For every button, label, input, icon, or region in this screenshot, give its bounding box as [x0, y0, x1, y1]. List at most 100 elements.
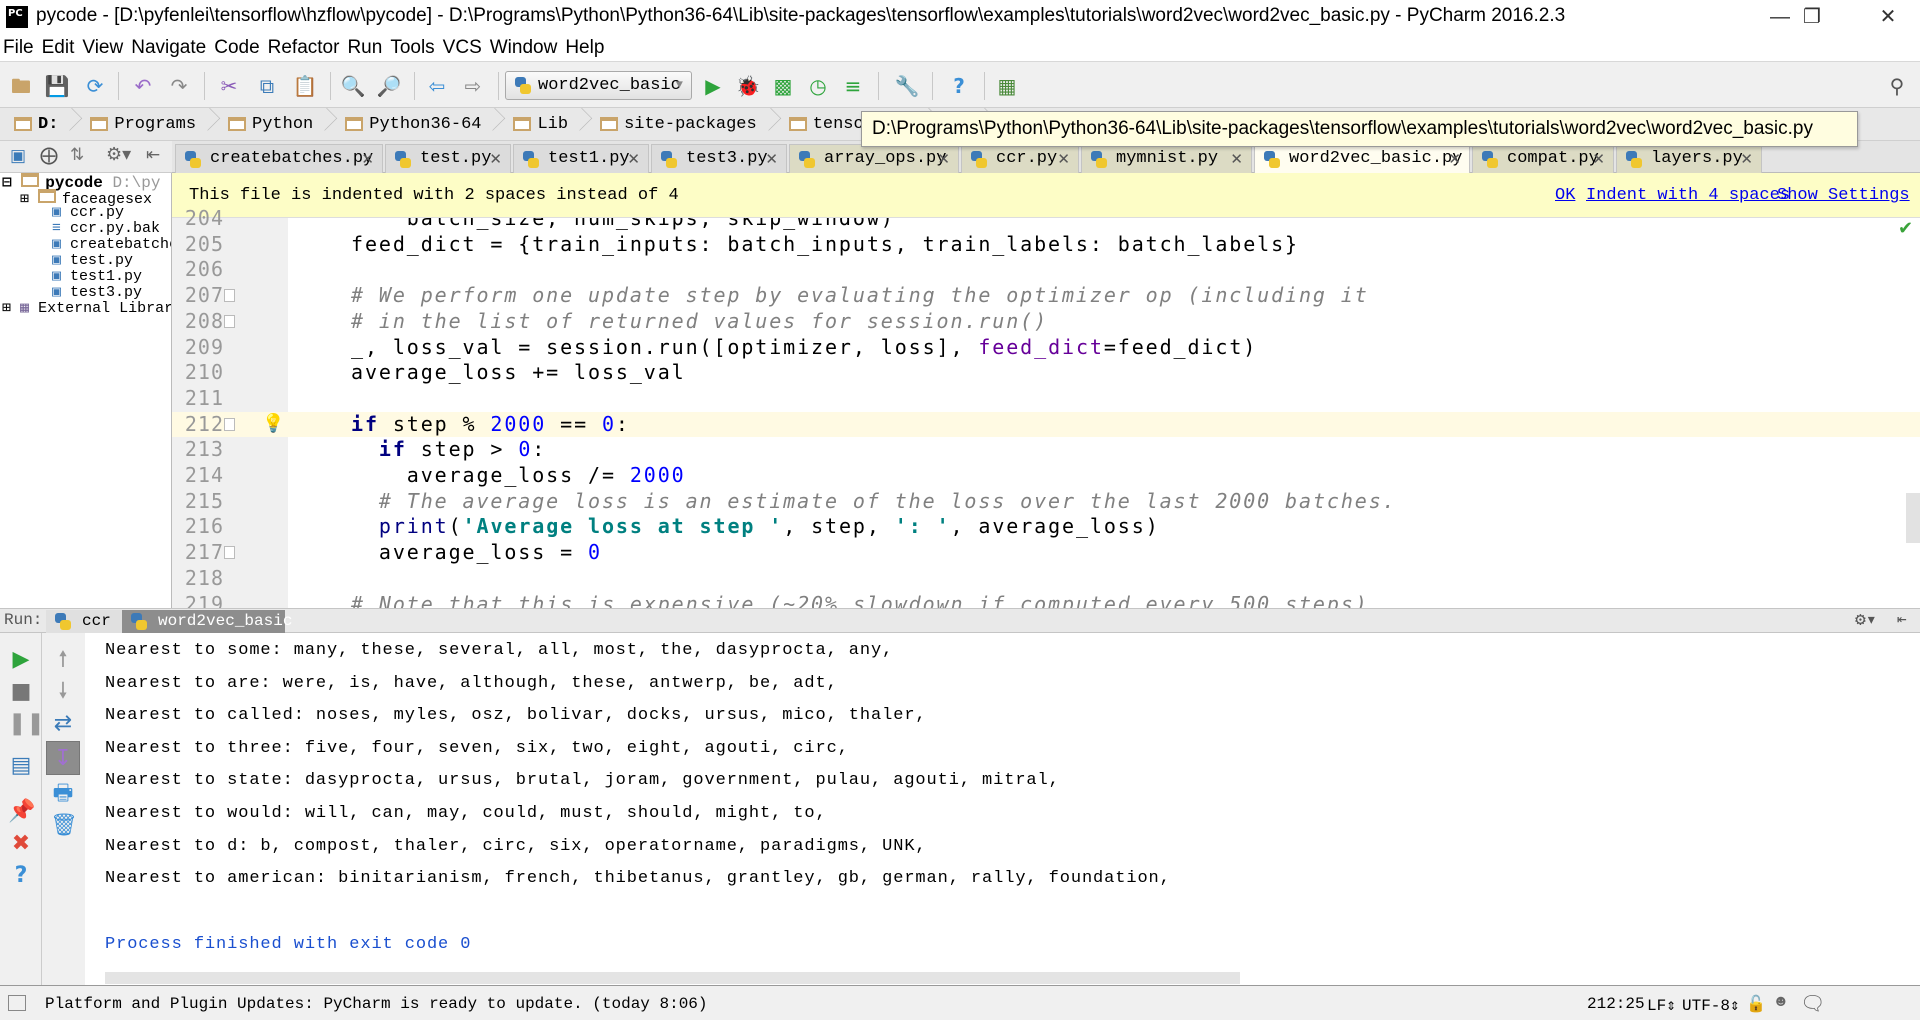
restore-button[interactable]: ❐: [1790, 2, 1834, 32]
debug-icon[interactable]: 🐞: [735, 73, 761, 99]
fold-marker-icon[interactable]: [224, 417, 235, 431]
scroll-to-end-icon[interactable]: ↧: [46, 741, 80, 775]
tree-item-file[interactable]: ▣ test3.py: [52, 285, 142, 301]
cut-icon[interactable]: ✂: [216, 73, 242, 99]
tab-test-py[interactable]: test.py ✕: [385, 144, 511, 173]
hide-panel-icon[interactable]: ⇤: [1897, 609, 1907, 629]
tree-item-external-libraries[interactable]: ⊞ ▦ External Libraries: [2, 301, 171, 317]
search-everywhere-icon[interactable]: ⚲: [1884, 73, 1910, 99]
project-view-icon[interactable]: ▣: [10, 146, 26, 166]
code-line[interactable]: # The average loss is an estimate of the…: [351, 489, 1397, 515]
close-tab-icon[interactable]: ✕: [1740, 145, 1753, 173]
toggle-tool-windows-icon[interactable]: [8, 995, 26, 1011]
menu-tools[interactable]: Tools: [386, 36, 438, 61]
code-line[interactable]: _, loss_val = session.run([optimizer, lo…: [351, 335, 1257, 361]
breadcrumb-item[interactable]: Python36-64: [331, 108, 499, 141]
close-tab-icon[interactable]: ✕: [489, 145, 502, 173]
run-console-output[interactable]: Nearest to some: many, these, several, a…: [85, 633, 1920, 985]
paste-icon[interactable]: 📋: [292, 73, 318, 99]
inspector-icon[interactable]: ☻: [1776, 993, 1786, 1011]
tab-test1-py[interactable]: test1.py ✕: [513, 144, 649, 173]
code-line[interactable]: feed_dict = {train_inputs: batch_inputs,…: [351, 232, 1299, 258]
close-tab-icon[interactable]: ✕: [361, 145, 374, 173]
close-tab-icon[interactable]: ✕: [1057, 145, 1070, 173]
tab-createbatches-py[interactable]: createbatches.py ✕: [175, 144, 383, 173]
close-button[interactable]: ✕: [1866, 2, 1910, 32]
print-icon[interactable]: 🖶: [50, 781, 76, 807]
rerun-icon[interactable]: ▶: [8, 647, 34, 673]
breadcrumb-item[interactable]: Lib: [499, 108, 586, 141]
close-tab-icon[interactable]: ✕: [1230, 145, 1243, 173]
editor-scrollbar[interactable]: [1906, 493, 1920, 543]
close-tab-icon[interactable]: ✕: [1448, 145, 1461, 173]
open-folder-icon[interactable]: 🖿: [8, 73, 34, 99]
replace-icon[interactable]: 🔎: [376, 73, 402, 99]
tab-layers-py[interactable]: layers.py ✕: [1616, 144, 1762, 173]
ok-link[interactable]: OK: [1555, 186, 1575, 205]
breadcrumb-item[interactable]: D:: [0, 108, 76, 141]
sdk-icon[interactable]: ▦: [994, 73, 1020, 99]
tab-array-ops-py[interactable]: array_ops.py ✕: [789, 144, 959, 173]
tree-item-file[interactable]: ▣ ccr.py: [52, 205, 124, 221]
help-icon[interactable]: ?: [946, 73, 972, 99]
stop-icon[interactable]: ■: [8, 679, 34, 705]
help-icon[interactable]: ?: [8, 863, 34, 889]
code-line[interactable]: average_loss /= 2000: [351, 463, 686, 489]
close-tab-icon[interactable]: ✕: [765, 145, 778, 173]
file-encoding[interactable]: UTF-8⇕: [1682, 995, 1740, 1015]
code-line[interactable]: average_loss = 0: [351, 540, 602, 566]
code-line[interactable]: if step % 2000 == 0:: [351, 412, 630, 438]
code-line[interactable]: # We perform one update step by evaluati…: [351, 283, 1369, 309]
tab-ccr-py[interactable]: ccr.py ✕: [961, 144, 1079, 173]
lock-icon[interactable]: 🔓: [1746, 994, 1766, 1014]
close-tab-icon[interactable]: ✕: [627, 145, 640, 173]
tree-item-file[interactable]: ▣ test.py: [52, 253, 133, 269]
fold-marker-icon[interactable]: [224, 289, 235, 303]
tree-item-file[interactable]: ≡ ccr.py.bak: [52, 221, 160, 237]
breadcrumb-item[interactable]: Programs: [76, 108, 214, 141]
menu-refactor[interactable]: Refactor: [264, 36, 344, 61]
code-line[interactable]: print('Average loss at step ', step, ': …: [351, 514, 1160, 540]
tab-mymnist-py[interactable]: mymnist.py ✕: [1081, 144, 1252, 173]
intention-bulb-icon[interactable]: 💡: [262, 413, 284, 434]
down-arrow-icon[interactable]: 🠗: [50, 679, 76, 705]
save-icon[interactable]: 💾: [44, 73, 70, 99]
settings-wrench-icon[interactable]: 🔧: [894, 73, 920, 99]
tab-test3-py[interactable]: test3.py ✕: [651, 144, 787, 173]
tree-item-file[interactable]: ▣ test1.py: [52, 269, 142, 285]
code-line[interactable]: batch_size, num_skips, skip_window): [351, 218, 895, 232]
menu-code[interactable]: Code: [210, 36, 263, 61]
soft-wrap-icon[interactable]: ⇄: [50, 711, 76, 737]
fold-marker-icon[interactable]: [224, 546, 235, 560]
tree-item-file[interactable]: ▣ createbatches.py: [52, 237, 171, 253]
profile-icon[interactable]: ◷: [805, 73, 831, 99]
caret-position[interactable]: 212:25: [1587, 995, 1645, 1013]
code-line[interactable]: # in the list of returned values for ses…: [351, 309, 1048, 335]
find-icon[interactable]: 🔍: [340, 73, 366, 99]
breadcrumb-item[interactable]: site-packages: [586, 108, 775, 141]
forward-icon[interactable]: ⇨: [460, 73, 486, 99]
menu-window[interactable]: Window: [486, 36, 562, 61]
menu-view[interactable]: View: [78, 36, 127, 61]
run-icon[interactable]: ▶: [700, 73, 726, 99]
line-separator[interactable]: LF⇕: [1647, 995, 1676, 1015]
tab-word2vec-basic-py[interactable]: word2vec_basic.py ✕: [1254, 144, 1470, 174]
menu-file[interactable]: File: [0, 36, 38, 61]
trash-icon[interactable]: 🗑: [50, 813, 78, 839]
pause-icon[interactable]: ❚❚: [8, 711, 45, 737]
code-line[interactable]: if step > 0:: [351, 437, 546, 463]
breadcrumb-item[interactable]: Python: [214, 108, 331, 141]
code-line[interactable]: average_loss += loss_val: [351, 360, 686, 386]
indent-with-4-spaces-link[interactable]: Indent with 4 spaces: [1586, 186, 1790, 205]
gear-icon[interactable]: ⚙▾: [106, 144, 131, 165]
menu-edit[interactable]: Edit: [38, 36, 79, 61]
menu-navigate[interactable]: Navigate: [127, 36, 210, 61]
back-icon[interactable]: ⇦: [424, 73, 450, 99]
close-run-icon[interactable]: ✖: [8, 831, 34, 857]
status-message[interactable]: Platform and Plugin Updates: PyCharm is …: [45, 995, 708, 1013]
scroll-from-source-icon[interactable]: ⨁: [40, 145, 58, 166]
concurrency-icon[interactable]: ≡: [840, 73, 866, 99]
sync-icon[interactable]: ⟳: [82, 73, 108, 99]
copy-icon[interactable]: ⧉: [254, 73, 280, 99]
menu-run[interactable]: Run: [343, 36, 386, 61]
